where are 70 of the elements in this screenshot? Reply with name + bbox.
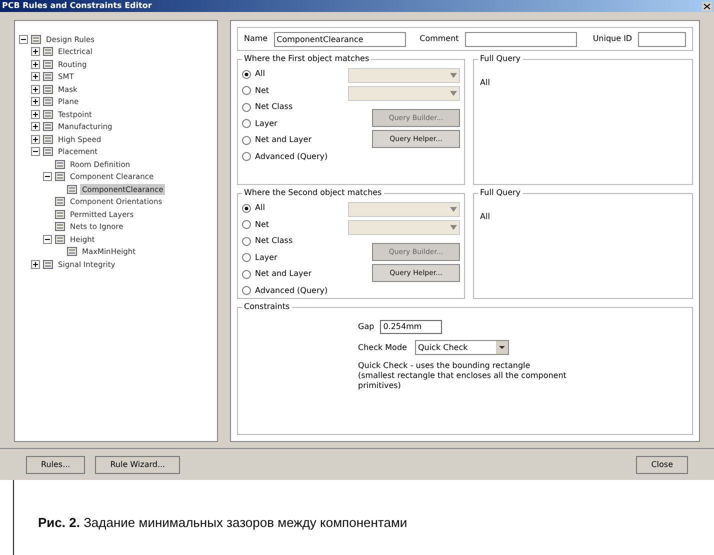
- option-label: Net: [255, 218, 270, 231]
- footer-button[interactable]: Rule Wizard...: [95, 456, 180, 474]
- radio-button[interactable]: [242, 119, 251, 128]
- gap-label: Gap: [358, 321, 374, 333]
- group-title: Constraints: [242, 302, 292, 312]
- option-label: Advanced (Query): [255, 150, 328, 163]
- expand-icon[interactable]: [31, 47, 40, 56]
- expand-icon[interactable]: [31, 97, 40, 106]
- expand-icon[interactable]: [31, 260, 40, 269]
- comment-field[interactable]: [464, 32, 577, 46]
- footer-button[interactable]: Rules...: [26, 456, 86, 474]
- expand-icon[interactable]: [31, 84, 40, 94]
- radio-button[interactable]: [242, 152, 251, 162]
- unique-id-label: Unique ID: [592, 33, 632, 45]
- collapse-icon[interactable]: [19, 34, 28, 44]
- radio-button[interactable]: [242, 286, 251, 296]
- group-title: Full Query: [478, 188, 523, 198]
- radio-button[interactable]: [242, 136, 251, 145]
- unique-id-field[interactable]: [638, 32, 686, 46]
- name-field[interactable]: ComponentClearance: [274, 32, 406, 46]
- collapse-icon[interactable]: [43, 172, 52, 182]
- group-title: Full Query: [478, 54, 523, 64]
- option-label: Layer: [255, 252, 278, 264]
- window-title: PCB Rules and Constraints Editor: [2, 1, 152, 11]
- expand-icon[interactable]: [31, 122, 40, 132]
- expand-icon[interactable]: [31, 134, 40, 144]
- figure-caption: Рис. 2. Задание минимальных зазоров между компонентами: [38, 515, 408, 530]
- dropdown-field[interactable]: [348, 86, 460, 101]
- caret-icon: [450, 225, 457, 230]
- caret-icon: [450, 73, 457, 78]
- radio-button[interactable]: [242, 70, 251, 79]
- dropdown-field[interactable]: [348, 220, 460, 235]
- option-label: Net Class: [255, 235, 293, 248]
- expand-icon[interactable]: [31, 60, 40, 69]
- close-icon[interactable]: [702, 2, 712, 10]
- option-label: Advanced (Query): [255, 284, 328, 297]
- radio-button[interactable]: [242, 253, 251, 262]
- option-label: All: [255, 202, 265, 214]
- expand-icon[interactable]: [31, 72, 40, 82]
- option-label: Net: [255, 84, 270, 97]
- caret-icon: [450, 207, 457, 212]
- query-text: All: [480, 212, 490, 221]
- option-label: Layer: [255, 118, 278, 130]
- option-label: Net and Layer: [255, 134, 312, 146]
- comment-label: Comment: [420, 33, 459, 45]
- check-mode-description: Quick Check - uses the bounding rectangle (smallest rectangle that encloses all the component primitives): [358, 361, 568, 391]
- group-title: Where the Second object matches: [242, 188, 384, 198]
- radio-button[interactable]: [242, 220, 251, 230]
- dropdown-field[interactable]: [348, 68, 460, 83]
- dropdown-field[interactable]: [348, 202, 460, 217]
- check-mode-label: Check Mode: [358, 342, 407, 354]
- expand-icon[interactable]: [31, 110, 40, 119]
- radio-button[interactable]: [242, 86, 251, 96]
- radio-button[interactable]: [242, 102, 251, 112]
- close-button[interactable]: Close: [636, 456, 688, 474]
- caret-icon: [450, 91, 457, 96]
- check-mode-dropdown[interactable]: Quick Check: [414, 340, 509, 355]
- gap-field[interactable]: 0.254mm: [380, 320, 442, 334]
- caret-icon: [496, 341, 508, 354]
- collapse-icon[interactable]: [31, 147, 40, 156]
- radio-button[interactable]: [242, 204, 251, 213]
- option-label: Net Class: [255, 101, 293, 114]
- name-label: Name: [244, 33, 268, 45]
- group-title: Where the First object matches: [242, 54, 372, 64]
- option-label: Net and Layer: [255, 268, 312, 280]
- radio-button[interactable]: [242, 236, 251, 246]
- option-label: All: [255, 68, 265, 80]
- query-text: All: [480, 78, 490, 87]
- radio-button[interactable]: [242, 270, 251, 279]
- collapse-icon[interactable]: [43, 234, 52, 244]
